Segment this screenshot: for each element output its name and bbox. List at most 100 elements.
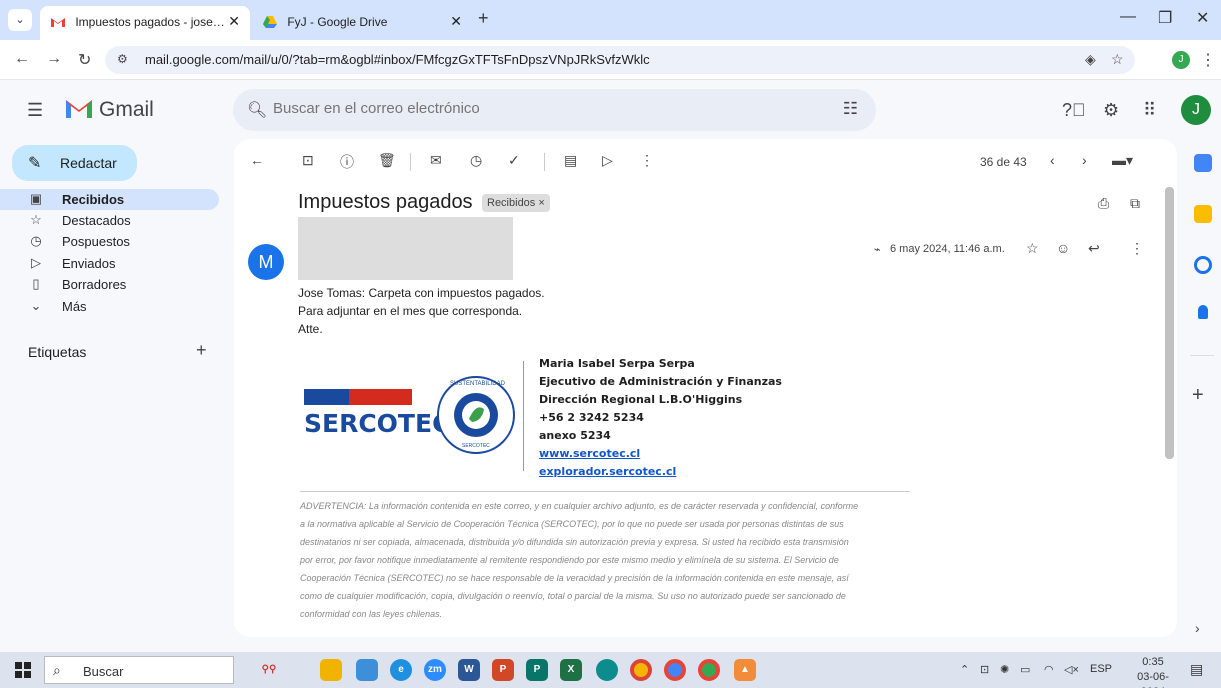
word-icon[interactable]: W <box>458 659 480 681</box>
app-icon[interactable]: ▲ <box>734 659 756 681</box>
input-tools-icon[interactable]: ▬▾ <box>1112 152 1133 169</box>
tasks-icon[interactable] <box>1194 256 1212 274</box>
chrome-profile-icon[interactable] <box>664 659 686 681</box>
wifi-icon[interactable]: ◠ <box>1044 663 1054 676</box>
close-tab-icon[interactable]: ✕ <box>228 6 240 36</box>
move-to-icon[interactable]: ▤ <box>564 152 577 169</box>
sidebar-item-drafts[interactable]: ▯ Borradores <box>0 274 219 295</box>
sidebar-item-more[interactable]: ⌄ Más <box>0 296 219 317</box>
snooze-icon[interactable]: ◷ <box>470 152 482 169</box>
body-line: Jose Tomas: Carpeta con impuestos pagado… <box>298 286 545 300</box>
more-options-icon[interactable]: ⋮ <box>640 152 654 169</box>
clock-icon: ◷ <box>30 233 42 248</box>
message-scrollbar[interactable] <box>1165 187 1174 459</box>
attachment-icon: ⌁ <box>874 244 881 256</box>
search-options-icon[interactable]: ☷ <box>843 99 858 119</box>
reload-icon[interactable]: ↻ <box>78 50 91 70</box>
reply-icon[interactable]: ↩ <box>1088 240 1100 257</box>
close-window-icon[interactable]: ✕ <box>1196 8 1209 28</box>
taskbar-search[interactable]: ⌕ Buscar <box>44 656 234 684</box>
new-tab-button[interactable]: + <box>478 8 489 29</box>
get-addons-icon[interactable]: + <box>1192 384 1204 407</box>
language-indicator[interactable]: ESP <box>1090 663 1112 675</box>
sidebar-item-starred[interactable]: ☆ Destacados <box>0 210 219 231</box>
chevron-down-icon: ⌄ <box>30 298 42 313</box>
app-icon[interactable] <box>356 659 378 681</box>
chrome-icon[interactable] <box>630 659 652 681</box>
emoji-reaction-icon[interactable]: ☺ <box>1056 240 1070 256</box>
sercotec-logo: SERCOTEC <box>304 389 450 441</box>
label-icon[interactable]: ▷ <box>602 152 613 169</box>
message-more-icon[interactable]: ⋮ <box>1130 240 1144 257</box>
powerpoint-icon[interactable]: P <box>492 659 514 681</box>
tab-gmail[interactable]: Impuestos pagados - josetoma… ✕ <box>40 6 250 40</box>
delete-icon[interactable]: 🗑︎ <box>378 152 396 169</box>
star-icon[interactable]: ☆ <box>1026 240 1039 257</box>
chrome-profile-icon[interactable] <box>698 659 720 681</box>
forward-icon[interactable]: → <box>46 50 62 68</box>
notifications-icon[interactable]: ▤ <box>1190 661 1203 678</box>
excel-icon[interactable]: X <box>560 659 582 681</box>
extension-icon[interactable]: ◈ <box>1085 51 1096 68</box>
browser-menu-icon[interactable]: ⋮ <box>1200 50 1216 70</box>
sidebar-item-inbox[interactable]: ▣ Recibidos <box>0 189 219 210</box>
search-input[interactable] <box>273 100 833 117</box>
print-icon[interactable]: ⎙ <box>1098 195 1109 212</box>
tray-app-icon[interactable]: ✺ <box>1000 663 1009 676</box>
close-tab-icon[interactable]: ✕ <box>450 6 462 36</box>
edge-icon[interactable] <box>596 659 618 681</box>
sender-avatar[interactable]: M <box>248 244 284 280</box>
tab-drive[interactable]: FyJ - Google Drive ✕ <box>252 6 472 40</box>
archive-icon[interactable]: ⊡ <box>302 152 314 169</box>
gmail-logo-icon[interactable] <box>64 96 94 120</box>
windows-start-icon[interactable] <box>15 662 31 678</box>
open-new-window-icon[interactable]: ⧉ <box>1130 195 1140 212</box>
site-settings-icon[interactable]: ⚙ <box>117 52 128 66</box>
bookmark-star-icon[interactable]: ☆ <box>1111 51 1124 68</box>
volume-icon[interactable]: ◁× <box>1064 663 1079 676</box>
apps-grid-icon[interactable]: ⠿ <box>1143 100 1156 121</box>
internet-explorer-icon[interactable]: e <box>390 659 412 681</box>
settings-gear-icon[interactable]: ⚙ <box>1103 100 1119 121</box>
bike-widget-icon[interactable]: ⚲⚲ <box>246 659 292 681</box>
omnibox[interactable]: ⚙ mail.google.com/mail/u/0/?tab=rm&ogbl#… <box>105 46 1135 74</box>
add-task-icon[interactable]: ✓ <box>508 152 520 169</box>
back-to-inbox-icon[interactable]: ← <box>250 152 264 168</box>
url-text[interactable]: mail.google.com/mail/u/0/?tab=rm&ogbl#in… <box>145 52 650 67</box>
search-icon[interactable]: 🔍︎ <box>247 100 267 120</box>
contacts-icon[interactable] <box>1198 305 1208 319</box>
minimize-icon[interactable]: — <box>1120 8 1136 26</box>
older-icon[interactable]: › <box>1082 152 1087 168</box>
help-icon[interactable]: ?⃝ <box>1062 100 1086 121</box>
back-icon[interactable]: ← <box>14 50 30 68</box>
project-icon[interactable]: P <box>526 659 548 681</box>
system-clock[interactable]: 0:35 03-06-2024 <box>1128 655 1178 688</box>
pagination-count: 36 de 43 <box>980 155 1027 169</box>
sidebar-item-snoozed[interactable]: ◷ Pospuestos <box>0 231 219 252</box>
add-label-button[interactable]: + <box>196 340 207 361</box>
report-spam-icon[interactable]: ⓘ <box>340 152 354 172</box>
browser-profile-avatar[interactable]: J <box>1172 51 1190 69</box>
battery-icon[interactable]: ▭ <box>1020 663 1030 676</box>
zoom-icon[interactable]: zm <box>424 659 446 681</box>
show-hidden-icons[interactable]: ⌃ <box>960 663 969 676</box>
hide-side-panel-icon[interactable]: › <box>1195 620 1200 636</box>
sidebar-item-sent[interactable]: ▷ Enviados <box>0 253 219 274</box>
mail-search-bar[interactable]: 🔍︎ ☷ <box>233 89 876 131</box>
gmail-wordmark[interactable]: Gmail <box>99 98 154 122</box>
inbox-label-chip[interactable]: Recibidos × <box>482 194 550 212</box>
keep-icon[interactable] <box>1194 205 1212 223</box>
newer-icon[interactable]: ‹ <box>1050 152 1055 168</box>
main-menu-icon[interactable]: ☰ <box>27 100 43 121</box>
restore-icon[interactable]: ❐ <box>1158 8 1172 28</box>
tab-search-menu[interactable]: ⌄ <box>8 9 32 31</box>
compose-button[interactable]: ✎ Redactar <box>12 145 137 181</box>
calendar-icon[interactable] <box>1194 154 1212 172</box>
windows-taskbar: ⌕ Buscar ⚲⚲ e zm W P P X ▲ ⌃ ⊡ ✺ ▭ ◠ ◁× … <box>0 652 1221 688</box>
account-avatar[interactable]: J <box>1181 95 1211 125</box>
file-explorer-icon[interactable] <box>320 659 342 681</box>
tray-app-icon[interactable]: ⊡ <box>980 663 989 676</box>
explorador-link[interactable]: explorador.sercotec.cl <box>539 465 676 478</box>
mark-unread-icon[interactable]: ✉ <box>430 152 442 169</box>
sercotec-website-link[interactable]: www.sercotec.cl <box>539 447 640 460</box>
